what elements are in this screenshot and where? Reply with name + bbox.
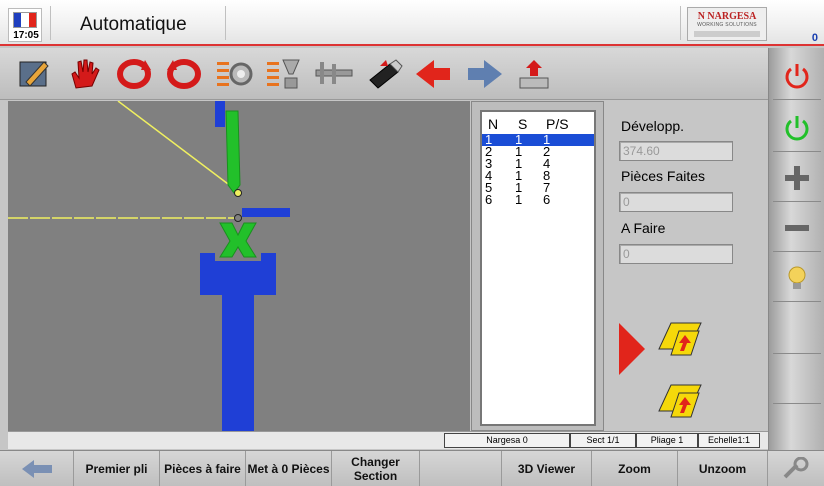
clock: 17:05 xyxy=(13,30,39,41)
light-bulb-icon[interactable] xyxy=(773,254,821,302)
arrow-left-icon[interactable] xyxy=(414,54,454,94)
unzoom-button[interactable]: Unzoom xyxy=(678,451,768,486)
list-header: N S P/S xyxy=(482,112,594,134)
side-panel xyxy=(768,48,824,458)
list-item[interactable]: 418 xyxy=(482,169,594,182)
pieces-a-faire-button[interactable]: Pièces à faire xyxy=(160,451,246,486)
part-flip-icon[interactable] xyxy=(655,319,705,372)
rotate-cw-icon[interactable] xyxy=(114,54,154,94)
lower-beam xyxy=(200,253,276,431)
plus-icon[interactable] xyxy=(773,154,821,202)
minus-icon[interactable] xyxy=(773,204,821,252)
gear-list-icon[interactable] xyxy=(214,54,254,94)
hand-icon[interactable] xyxy=(64,54,104,94)
developpe-field: 374.60 xyxy=(619,141,733,161)
arrow-right-icon[interactable] xyxy=(464,54,504,94)
edit-icon[interactable] xyxy=(14,54,54,94)
list-item[interactable]: 212 xyxy=(482,145,594,158)
language-selector[interactable]: 17:05 xyxy=(8,8,42,42)
import-icon[interactable] xyxy=(514,54,554,94)
title-bar: 17:05 Automatique N NARGESA WORKING SOLU… xyxy=(0,0,824,46)
list-item[interactable]: 616 xyxy=(482,193,594,206)
premier-pli-button[interactable]: Premier pli xyxy=(74,451,160,486)
tooling-list-icon[interactable] xyxy=(264,54,304,94)
wrench-icon xyxy=(783,457,809,479)
bend-point-marker xyxy=(234,214,242,222)
toolbar xyxy=(0,48,768,100)
back-gauge xyxy=(242,208,290,217)
changer-section-button[interactable]: Changer Section xyxy=(332,451,420,486)
empty-button xyxy=(420,451,502,486)
status-bar: Nargesa 0 Sect 1/1 Pliage 1 Echelle1:1 xyxy=(8,431,768,449)
power-off-icon[interactable] xyxy=(773,52,821,100)
french-flag-icon xyxy=(13,12,37,28)
rotate-ccw-icon[interactable] xyxy=(164,54,204,94)
list-item[interactable]: 517 xyxy=(482,181,594,194)
arrow-left-icon xyxy=(21,460,52,478)
column-header: S xyxy=(518,116,528,132)
bend-list-panel: N S P/S 111 212 314 418 517 616 xyxy=(471,101,604,431)
status-pliage: Pliage 1 xyxy=(636,433,698,448)
settings-button[interactable] xyxy=(768,451,824,486)
counter-value: 0 xyxy=(811,32,818,44)
caliper-icon[interactable] xyxy=(314,54,354,94)
part-rotate-icon[interactable] xyxy=(655,381,705,434)
power-on-icon[interactable] xyxy=(773,104,821,152)
play-icon[interactable] xyxy=(619,323,645,375)
die-tool xyxy=(219,222,257,258)
app-window: 17:05 Automatique N NARGESA WORKING SOLU… xyxy=(0,0,824,486)
zoom-button[interactable]: Zoom xyxy=(592,451,678,486)
a-faire-label: A Faire xyxy=(621,220,666,236)
page-title: Automatique xyxy=(80,14,187,35)
3d-viewer-button[interactable]: 3D Viewer xyxy=(502,451,592,486)
status-echelle: Echelle1:1 xyxy=(698,433,760,448)
reset-pieces-button[interactable]: Met à 0 Pièces xyxy=(246,451,332,486)
pieces-faites-field: 0 xyxy=(619,192,733,212)
a-faire-field: 0 xyxy=(619,244,733,264)
upper-tool-holder xyxy=(215,101,225,127)
list-item[interactable]: 314 xyxy=(482,157,594,170)
column-header: P/S xyxy=(546,116,569,132)
developpe-label: Développ. xyxy=(621,118,685,134)
bend-point-marker xyxy=(234,189,242,197)
brand-logo: N NARGESA WORKING SOLUTIONS xyxy=(687,7,767,41)
punch-tool xyxy=(225,110,241,194)
usb-icon[interactable] xyxy=(364,54,404,94)
status-section: Sect 1/1 xyxy=(570,433,636,448)
bend-simulation-view[interactable] xyxy=(8,101,470,431)
column-header: N xyxy=(488,116,499,132)
status-name: Nargesa 0 xyxy=(444,433,570,448)
info-panel: Développ. 374.60 Pièces Faites 0 A Faire… xyxy=(605,101,768,431)
back-button[interactable] xyxy=(0,451,74,486)
bottom-bar: Premier pli Pièces à faire Met à 0 Pièce… xyxy=(0,450,824,486)
bend-list[interactable]: N S P/S 111 212 314 418 517 616 xyxy=(480,110,596,426)
list-item[interactable]: 111 xyxy=(482,133,594,146)
pieces-faites-label: Pièces Faites xyxy=(621,168,706,184)
